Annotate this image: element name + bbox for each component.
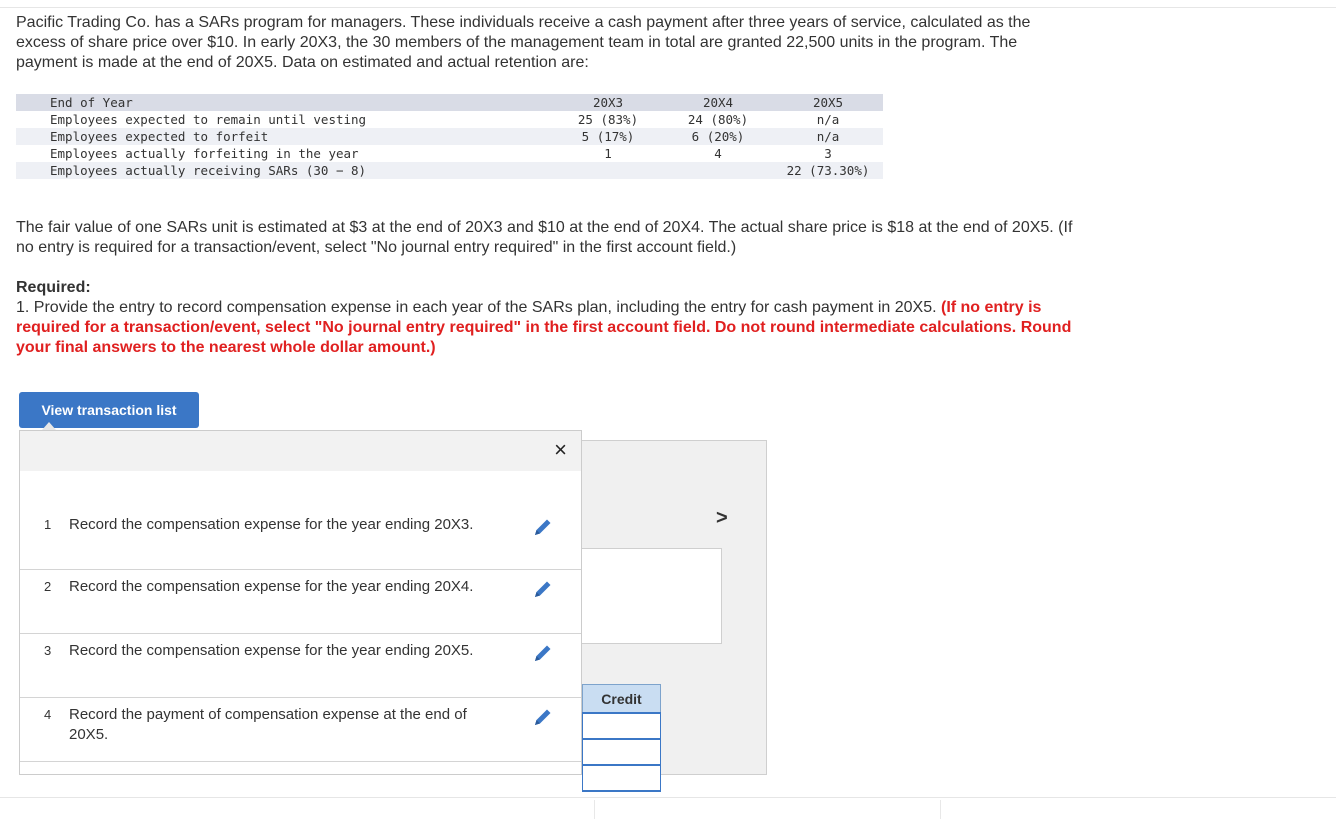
row-label: Employees expected to forfeit xyxy=(16,128,553,145)
credit-input[interactable] xyxy=(582,764,661,792)
table-header-20x3: 20X3 xyxy=(553,94,663,111)
row-label: Employees expected to remain until vesti… xyxy=(50,112,367,127)
pencil-icon[interactable] xyxy=(532,642,554,664)
retention-table: End of Year 20X3 20X4 20X5 Employees exp… xyxy=(16,94,883,179)
transaction-description: Record the compensation expense for the … xyxy=(69,516,474,533)
cell-20x5: 22 (73.30%) xyxy=(773,162,883,179)
credit-input[interactable] xyxy=(582,738,661,766)
table-row: Employees actually receiving SARs (30 − … xyxy=(16,162,883,179)
cell-20x5: n/a xyxy=(773,128,883,145)
cell-20x4: 4 xyxy=(714,146,722,161)
table-header-label: End of Year xyxy=(16,94,553,111)
transaction-description: Record the compensation expense for the … xyxy=(69,578,474,595)
list-item[interactable]: 2 Record the compensation expense for th… xyxy=(20,570,581,634)
transaction-number: 3 xyxy=(44,643,52,658)
credit-input[interactable] xyxy=(582,712,661,740)
list-item[interactable]: 3 Record the compensation expense for th… xyxy=(20,634,581,698)
cell-20x3: 1 xyxy=(604,146,612,161)
credit-column-header: Credit xyxy=(582,684,661,714)
footer-divider xyxy=(940,800,941,819)
table-header-20x5: 20X5 xyxy=(773,94,883,111)
transaction-number: 2 xyxy=(44,579,52,594)
cell-20x3 xyxy=(553,162,663,179)
cell-20x3: 5 (17%) xyxy=(553,128,663,145)
required-body: 1. Provide the entry to record compensat… xyxy=(16,299,937,316)
cell-20x5: n/a xyxy=(816,112,840,127)
bottom-divider xyxy=(0,797,1336,798)
transaction-description: Record the payment of compensation expen… xyxy=(69,706,467,743)
cell-20x5: 3 xyxy=(824,146,832,161)
list-item[interactable]: 1 Record the compensation expense for th… xyxy=(20,508,581,570)
transaction-number: 1 xyxy=(44,517,52,532)
fair-value-text: The fair value of one SARs unit is estim… xyxy=(16,219,1073,256)
transaction-list: 1 Record the compensation expense for th… xyxy=(20,508,581,762)
problem-intro: Pacific Trading Co. has a SARs program f… xyxy=(16,14,1031,71)
cell-20x3: 25 (83%) xyxy=(577,112,639,127)
transaction-description: Record the compensation expense for the … xyxy=(69,642,474,659)
chevron-right-icon[interactable]: > xyxy=(716,507,728,530)
row-label: Employees actually forfeiting in the yea… xyxy=(50,146,359,161)
table-header-20x4: 20X4 xyxy=(663,94,773,111)
worksheet-description-box xyxy=(580,548,722,644)
list-item[interactable]: 4 Record the payment of compensation exp… xyxy=(20,698,581,762)
transaction-list-popup: × 1 Record the compensation expense for … xyxy=(19,430,582,775)
close-icon[interactable]: × xyxy=(554,438,567,462)
table-row: Employees actually forfeiting in the yea… xyxy=(16,145,883,162)
table-header-row: End of Year 20X3 20X4 20X5 xyxy=(16,94,883,111)
cell-20x4: 24 (80%) xyxy=(687,112,749,127)
cell-20x4 xyxy=(663,162,773,179)
popup-header: × xyxy=(20,431,581,471)
table-row: Employees expected to remain until vesti… xyxy=(16,111,883,128)
pencil-icon[interactable] xyxy=(532,706,554,728)
pencil-icon[interactable] xyxy=(532,516,554,538)
footer-divider xyxy=(594,800,595,819)
required-instructions: 1. Provide the entry to record compensat… xyxy=(16,298,1076,358)
row-label: Employees actually receiving SARs (30 − … xyxy=(16,162,553,179)
required-heading: Required: xyxy=(16,279,91,296)
top-divider xyxy=(0,7,1336,8)
pencil-icon[interactable] xyxy=(532,578,554,600)
transaction-number: 4 xyxy=(44,707,52,722)
cell-20x4: 6 (20%) xyxy=(663,128,773,145)
table-row: Employees expected to forfeit 5 (17%) 6 … xyxy=(16,128,883,145)
popup-caret xyxy=(42,422,56,430)
